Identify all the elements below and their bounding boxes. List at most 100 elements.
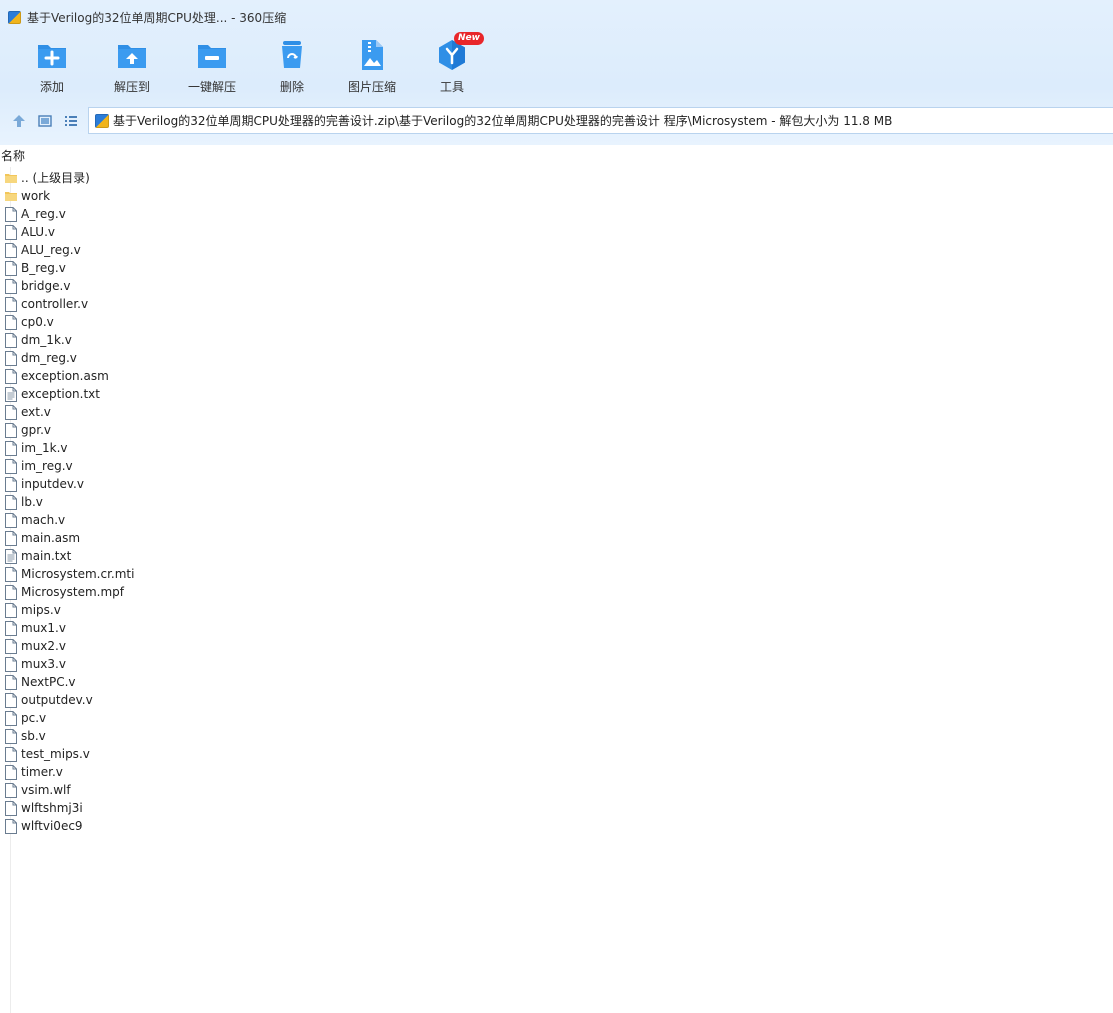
delete-button[interactable]: 删除 — [252, 38, 332, 95]
file-row[interactable]: mux1.v — [4, 619, 134, 637]
file-icon — [4, 710, 18, 726]
file-row[interactable]: dm_reg.v — [4, 349, 134, 367]
app-header: 基于Verilog的32位单周期CPU处理... - 360压缩 添加 解压到 … — [0, 0, 1113, 145]
file-list-panel: 名称 .. (上级目录) work A_reg.v ALU.v ALU_reg.v B_r… — [0, 145, 1113, 1013]
list-view-icon[interactable] — [62, 112, 80, 130]
file-row[interactable]: NextPC.v — [4, 673, 134, 691]
file-icon — [4, 404, 18, 420]
file-name: ALU.v — [21, 225, 55, 239]
file-row[interactable]: ALU_reg.v — [4, 241, 134, 259]
file-row[interactable]: timer.v — [4, 763, 134, 781]
file-row[interactable]: Microsystem.cr.mti — [4, 565, 134, 583]
file-icon — [4, 350, 18, 366]
file-icon — [4, 692, 18, 708]
file-row[interactable]: mach.v — [4, 511, 134, 529]
file-icon — [4, 818, 18, 834]
file-row[interactable]: outputdev.v — [4, 691, 134, 709]
text-file-icon — [4, 548, 18, 564]
file-icon — [4, 260, 18, 276]
delete-icon — [275, 38, 309, 72]
file-row[interactable]: A_reg.v — [4, 205, 134, 223]
navigation-row: 基于Verilog的32位单周期CPU处理器的完善设计.zip\基于Verilo… — [0, 107, 1113, 135]
file-row[interactable]: exception.txt — [4, 385, 134, 403]
file-name: ext.v — [21, 405, 51, 419]
file-name: sb.v — [21, 729, 46, 743]
file-name: inputdev.v — [21, 477, 84, 491]
file-row[interactable]: im_reg.v — [4, 457, 134, 475]
file-name: timer.v — [21, 765, 63, 779]
file-row[interactable]: exception.asm — [4, 367, 134, 385]
file-row[interactable]: Microsystem.mpf — [4, 583, 134, 601]
tools-button[interactable]: New 工具 — [412, 32, 492, 95]
file-row[interactable]: pc.v — [4, 709, 134, 727]
file-icon — [4, 782, 18, 798]
file-row[interactable]: lb.v — [4, 493, 134, 511]
file-name: bridge.v — [21, 279, 71, 293]
folder-row[interactable]: .. (上级目录) — [4, 169, 134, 187]
file-row[interactable]: vsim.wlf — [4, 781, 134, 799]
file-icon — [4, 566, 18, 582]
file-row[interactable]: bridge.v — [4, 277, 134, 295]
file-icon — [4, 494, 18, 510]
archive-icon — [95, 113, 109, 128]
file-row[interactable]: ext.v — [4, 403, 134, 421]
file-icon — [4, 332, 18, 348]
tools-label: 工具 — [439, 80, 464, 94]
file-name: exception.txt — [21, 387, 100, 401]
add-label: 添加 — [39, 80, 64, 94]
file-row[interactable]: cp0.v — [4, 313, 134, 331]
file-row[interactable]: wlftvi0ec9 — [4, 817, 134, 835]
file-row[interactable]: mux3.v — [4, 655, 134, 673]
file-row[interactable]: main.asm — [4, 529, 134, 547]
file-row[interactable]: B_reg.v — [4, 259, 134, 277]
file-icon — [4, 314, 18, 330]
image-compress-icon — [355, 38, 389, 72]
one-click-extract-button[interactable]: 一键解压 — [172, 38, 252, 95]
file-icon — [4, 224, 18, 240]
file-name: im_1k.v — [21, 441, 68, 455]
file-name: mux2.v — [21, 639, 66, 653]
file-row[interactable]: gpr.v — [4, 421, 134, 439]
up-arrow-icon[interactable] — [10, 112, 28, 130]
file-row[interactable]: mux2.v — [4, 637, 134, 655]
file-name: test_mips.v — [21, 747, 90, 761]
text-file-icon — [4, 386, 18, 402]
file-row[interactable]: test_mips.v — [4, 745, 134, 763]
thumbnail-view-icon[interactable] — [36, 112, 54, 130]
file-row[interactable]: mips.v — [4, 601, 134, 619]
add-icon — [35, 38, 69, 72]
delete-label: 删除 — [279, 80, 304, 94]
file-row[interactable]: inputdev.v — [4, 475, 134, 493]
file-row[interactable]: controller.v — [4, 295, 134, 313]
folder-icon — [4, 170, 18, 186]
file-icon — [4, 764, 18, 780]
file-row[interactable]: wlftshmj3i — [4, 799, 134, 817]
title-bar: 基于Verilog的32位单周期CPU处理... - 360压缩 — [8, 7, 286, 27]
file-name: lb.v — [21, 495, 43, 509]
file-icon — [4, 206, 18, 222]
file-name: outputdev.v — [21, 693, 93, 707]
file-row[interactable]: ALU.v — [4, 223, 134, 241]
file-icon — [4, 674, 18, 690]
file-icon — [4, 530, 18, 546]
file-row[interactable]: dm_1k.v — [4, 331, 134, 349]
address-bar[interactable]: 基于Verilog的32位单周期CPU处理器的完善设计.zip\基于Verilo… — [88, 107, 1113, 134]
file-icon — [4, 620, 18, 636]
file-row[interactable]: im_1k.v — [4, 439, 134, 457]
extract-to-button[interactable]: 解压到 — [92, 38, 172, 95]
window-title: 基于Verilog的32位单周期CPU处理... - 360压缩 — [27, 10, 287, 25]
file-row[interactable]: sb.v — [4, 727, 134, 745]
column-header-name[interactable]: 名称 — [0, 147, 25, 165]
file-name: cp0.v — [21, 315, 54, 329]
file-name: mux3.v — [21, 657, 66, 671]
file-name: vsim.wlf — [21, 783, 71, 797]
file-icon — [4, 368, 18, 384]
image-compress-button[interactable]: 图片压缩 — [332, 38, 412, 95]
add-button[interactable]: 添加 — [12, 38, 92, 95]
file-name: wlftshmj3i — [21, 801, 83, 815]
file-name: wlftvi0ec9 — [21, 819, 83, 833]
new-badge: New — [454, 32, 484, 45]
file-row[interactable]: main.txt — [4, 547, 134, 565]
file-list: .. (上级目录) work A_reg.v ALU.v ALU_reg.v B_reg.… — [4, 169, 134, 835]
folder-row[interactable]: work — [4, 187, 134, 205]
